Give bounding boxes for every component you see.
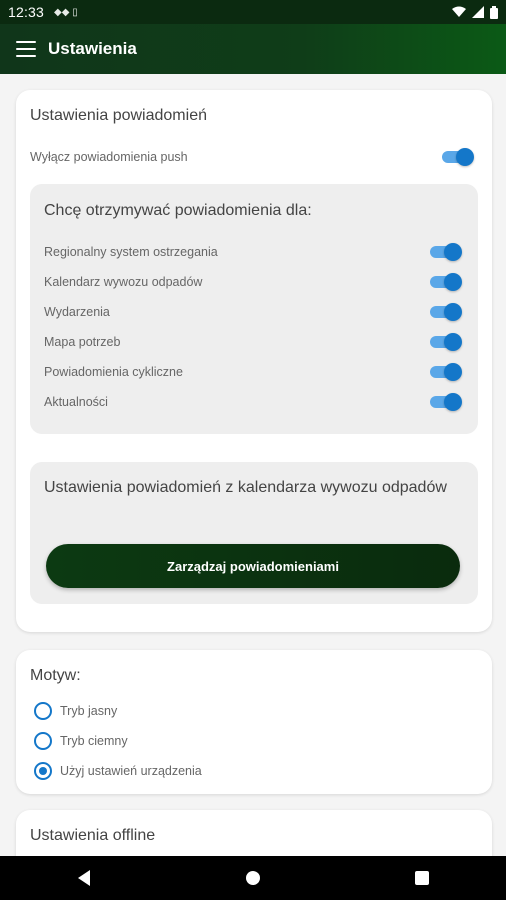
system-icons bbox=[452, 5, 498, 19]
home-button[interactable] bbox=[233, 858, 273, 898]
theme-option-label: Użyj ustawień urządzenia bbox=[60, 764, 202, 778]
category-label: Aktualności bbox=[44, 395, 108, 409]
push-toggle[interactable] bbox=[442, 148, 474, 166]
theme-option-label: Tryb jasny bbox=[60, 704, 118, 718]
radio-icon[interactable] bbox=[34, 732, 52, 750]
theme-option-device[interactable]: Użyj ustawień urządzenia bbox=[34, 756, 202, 786]
category-label: Powiadomienia cykliczne bbox=[44, 365, 183, 379]
theme-options: Tryb jasny Tryb ciemny Użyj ustawień urz… bbox=[34, 696, 202, 786]
category-row-waste-calendar: Kalendarz wywozu odpadów bbox=[44, 267, 462, 297]
manage-notifications-button[interactable]: Zarządzaj powiadomieniami bbox=[46, 544, 460, 588]
waste-notifications-panel: Ustawienia powiadomień z kalendarza wywo… bbox=[30, 462, 478, 604]
radio-checked-icon[interactable] bbox=[34, 762, 52, 780]
category-label: Mapa potrzeb bbox=[44, 335, 121, 349]
category-toggle-regional[interactable] bbox=[430, 243, 462, 261]
back-triangle-icon bbox=[78, 870, 91, 886]
category-label: Wydarzenia bbox=[44, 305, 110, 319]
category-row-needs-map: Mapa potrzeb bbox=[44, 327, 462, 357]
theme-option-dark[interactable]: Tryb ciemny bbox=[34, 726, 202, 756]
notification-icons: ◆◆ ▯ bbox=[54, 6, 78, 18]
signal-icon bbox=[472, 6, 484, 18]
notification-settings-card: Ustawienia powiadomień Wyłącz powiadomie… bbox=[16, 90, 492, 632]
settings-content[interactable]: Ustawienia powiadomień Wyłącz powiadomie… bbox=[0, 74, 506, 856]
category-row-cyclic: Powiadomienia cykliczne bbox=[44, 357, 462, 387]
category-toggle-cyclic[interactable] bbox=[430, 363, 462, 381]
waste-notifications-title: Ustawienia powiadomień z kalendarza wywo… bbox=[44, 479, 447, 496]
category-row-events: Wydarzenia bbox=[44, 297, 462, 327]
system-nav-bar bbox=[0, 856, 506, 900]
category-toggle-events[interactable] bbox=[430, 303, 462, 321]
recents-button[interactable] bbox=[402, 858, 442, 898]
category-row-regional: Regionalny system ostrzegania bbox=[44, 237, 462, 267]
category-toggle-needs-map[interactable] bbox=[430, 333, 462, 351]
push-toggle-row: Wyłącz powiadomienia push bbox=[30, 148, 474, 166]
theme-card: Motyw: Tryb jasny Tryb ciemny Użyj ustaw… bbox=[16, 650, 492, 794]
category-label: Kalendarz wywozu odpadów bbox=[44, 275, 203, 289]
clock: 12:33 bbox=[8, 4, 45, 20]
home-circle-icon bbox=[245, 871, 260, 885]
category-toggle-news[interactable] bbox=[430, 393, 462, 411]
offline-settings-card: Ustawienia offline bbox=[16, 810, 492, 856]
hamburger-menu-icon[interactable] bbox=[16, 41, 36, 57]
category-toggle-waste-calendar[interactable] bbox=[430, 273, 462, 291]
battery-icon bbox=[490, 5, 498, 19]
notification-settings-title: Ustawienia powiadomień bbox=[30, 107, 207, 124]
page-title: Ustawienia bbox=[48, 39, 137, 58]
theme-option-light[interactable]: Tryb jasny bbox=[34, 696, 202, 726]
offline-settings-title: Ustawienia offline bbox=[30, 827, 156, 844]
category-row-news: Aktualności bbox=[44, 387, 462, 417]
categories-title: Chcę otrzymywać powiadomienia dla: bbox=[44, 202, 312, 219]
theme-title: Motyw: bbox=[30, 667, 81, 684]
categories-panel: Chcę otrzymywać powiadomienia dla: Regio… bbox=[30, 184, 478, 434]
recents-square-icon bbox=[414, 871, 429, 885]
app-bar: Ustawienia bbox=[0, 24, 506, 74]
theme-option-label: Tryb ciemny bbox=[60, 734, 128, 748]
push-label: Wyłącz powiadomienia push bbox=[30, 150, 188, 164]
status-bar: 12:33 ◆◆ ▯ bbox=[0, 0, 506, 24]
wifi-icon bbox=[452, 6, 466, 17]
categories-list: Regionalny system ostrzegania Kalendarz … bbox=[44, 237, 462, 417]
category-label: Regionalny system ostrzegania bbox=[44, 245, 218, 259]
back-button[interactable] bbox=[64, 858, 104, 898]
radio-icon[interactable] bbox=[34, 702, 52, 720]
